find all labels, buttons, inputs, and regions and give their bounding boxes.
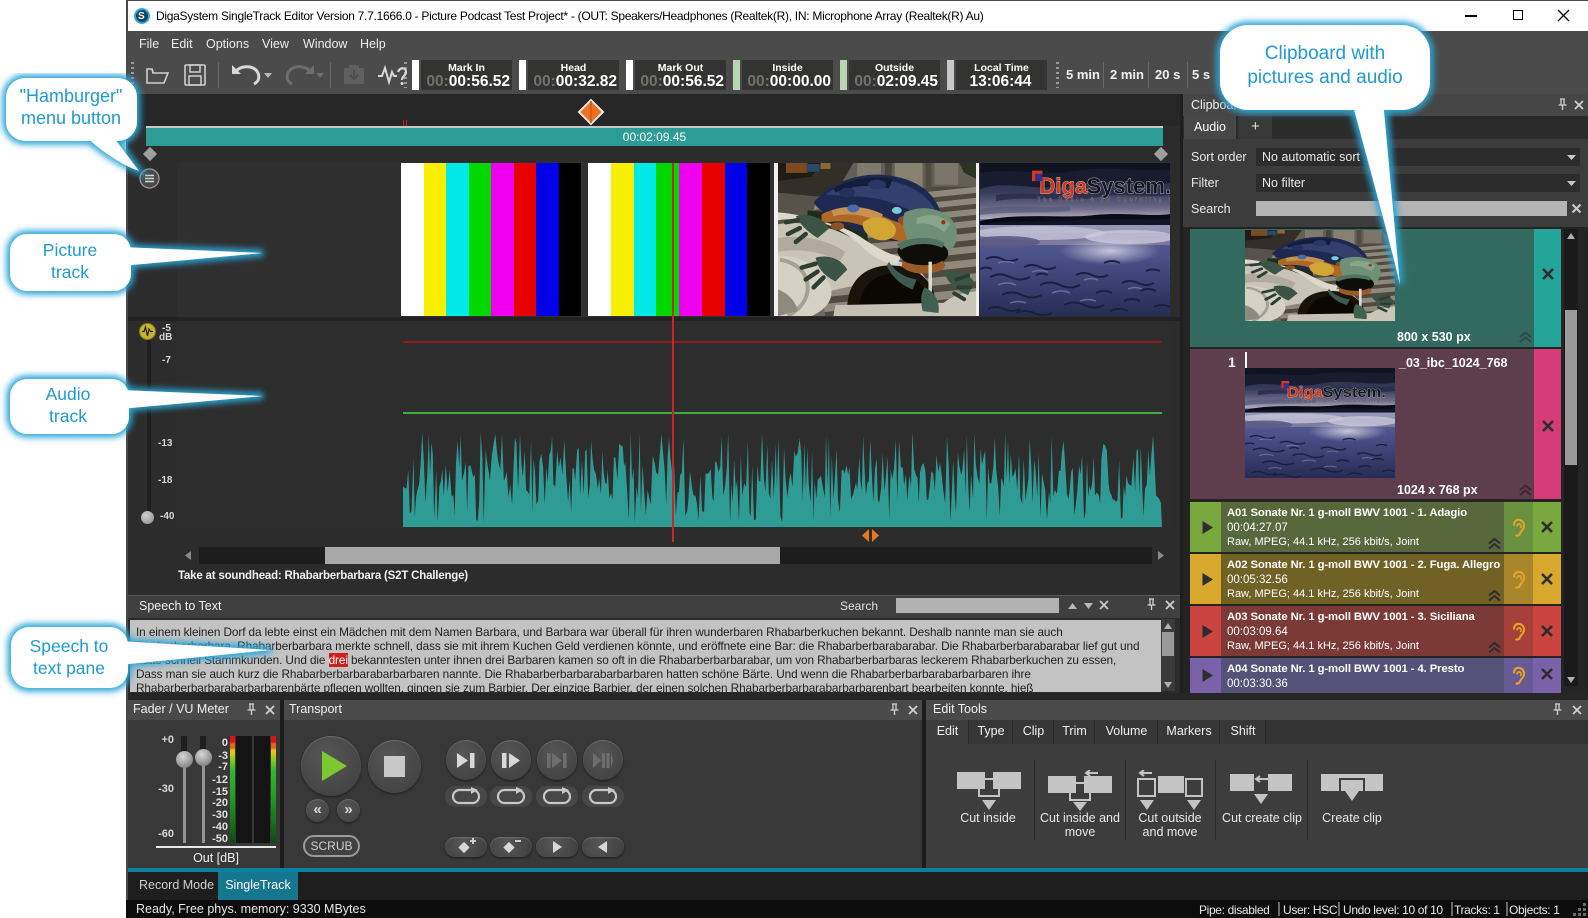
svg-text:System.: System. <box>1322 384 1386 400</box>
svg-text:text pane: text pane <box>33 658 105 678</box>
svg-text:The Radio & TV Operating Syste: The Radio & TV Operating Syste <box>1285 399 1395 403</box>
svg-text:track: track <box>51 262 89 282</box>
svg-text:Clipboard with: Clipboard with <box>1265 43 1385 64</box>
svg-text:"Hamburger": "Hamburger" <box>20 86 123 106</box>
svg-text:System.: System. <box>1087 174 1170 199</box>
svg-text:track: track <box>49 406 87 426</box>
svg-text:The Radio & TV Operating Syste: The Radio & TV Operating Syste <box>1037 197 1170 203</box>
svg-text:menu button: menu button <box>21 108 121 128</box>
svg-text:Diga: Diga <box>1287 384 1323 400</box>
svg-text:Audio: Audio <box>46 384 91 404</box>
svg-text:Diga: Diga <box>1039 174 1088 199</box>
svg-text:Speech to: Speech to <box>30 636 109 656</box>
svg-text:Picture: Picture <box>43 240 97 260</box>
svg-text:pictures and audio: pictures and audio <box>1247 67 1402 88</box>
